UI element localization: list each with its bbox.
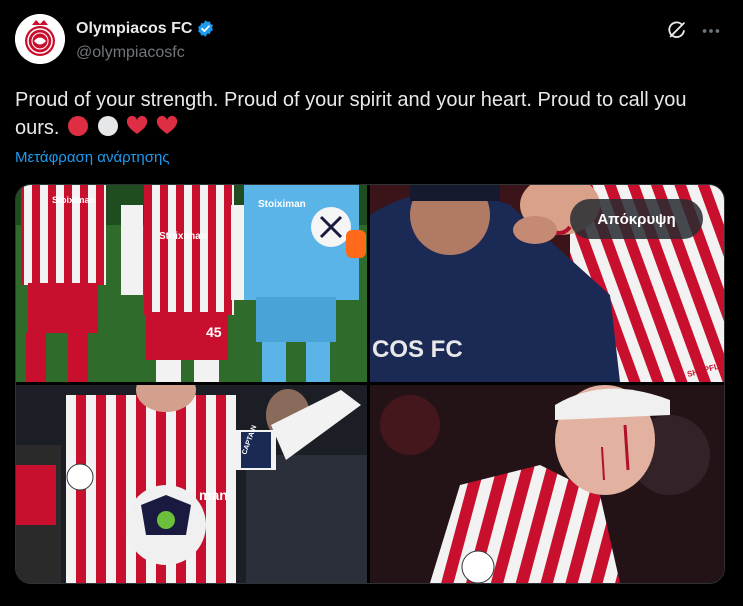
media-grid: Stoiximan Stoiximan 45 Stoiximan COS FC …: [15, 184, 725, 584]
avatar[interactable]: [15, 14, 65, 64]
translate-post-link[interactable]: Μετάφραση ανάρτησης: [15, 149, 170, 166]
photo-3-image: CAPTAIN man: [16, 385, 367, 583]
grok-icon[interactable]: [666, 19, 688, 41]
photo-1[interactable]: Stoiximan Stoiximan 45 Stoiximan: [16, 185, 367, 382]
photo-1-image: Stoiximan Stoiximan 45 Stoiximan: [16, 185, 367, 382]
kit-text-stoiximan-1: Stoiximan: [52, 195, 95, 205]
kit-text-stoiximan-2: Stoiximan: [159, 231, 207, 242]
red-heart-icon: [127, 115, 148, 134]
verified-badge-icon: [198, 20, 214, 37]
author-name-row[interactable]: Olympiacos FC: [76, 19, 215, 38]
kit-text-man: man: [199, 487, 228, 503]
photo-4-image: [370, 385, 724, 583]
post-text: Proud of your strength. Proud of your sp…: [15, 86, 727, 142]
olympiacos-crest-icon: [15, 14, 65, 64]
photo-4[interactable]: [370, 385, 724, 583]
photo-3[interactable]: CAPTAIN man: [16, 385, 367, 583]
more-horizontal-icon[interactable]: [700, 20, 722, 42]
hide-media-button[interactable]: Απόκρυψη: [570, 199, 703, 239]
author-handle[interactable]: @olympiacosfc: [76, 44, 185, 62]
red-circle-icon: [68, 116, 89, 136]
shorts-number: 45: [206, 324, 222, 340]
red-heart-icon: [156, 115, 177, 134]
kit-text-stoiximan-3: Stoiximan: [258, 199, 306, 210]
display-name[interactable]: Olympiacos FC: [76, 20, 192, 38]
kit-text-cos-fc: COS FC: [372, 336, 463, 363]
white-circle-icon: [97, 116, 118, 136]
